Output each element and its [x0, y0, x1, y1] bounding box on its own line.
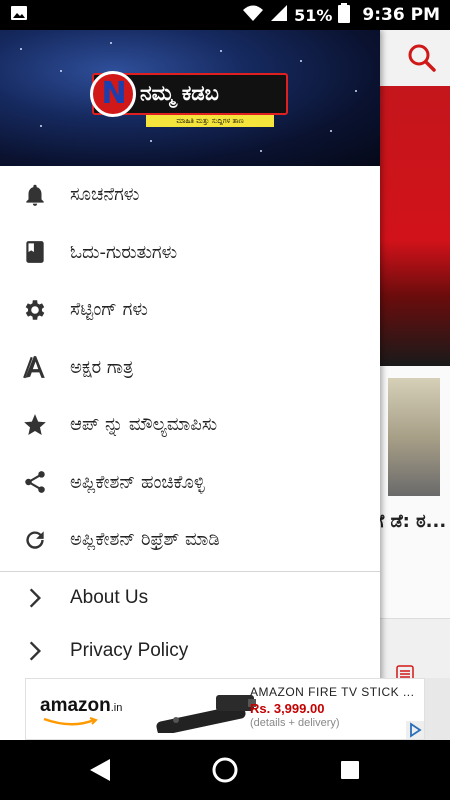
star-icon [0, 412, 70, 438]
menu-item-rate-app[interactable]: ಆಪ್ ನ್ನು ಮೌಲ್ಯಮಾಪಿಸು [0, 396, 380, 454]
menu-item-settings[interactable]: ಸೆಟ್ಟಿಂಗ್ ಗಳು [0, 281, 380, 339]
home-icon[interactable] [211, 756, 239, 784]
menu-item-about-us[interactable]: About Us [0, 572, 380, 625]
system-navigation-bar [0, 740, 450, 800]
drawer-menu: ಸೂಚನೆಗಳು ಓದು-ಗುರುತುಗಳು ಸೆಟ್ಟಿಂಗ್ ಗಳು ಅಕ್… [0, 166, 380, 678]
back-icon[interactable] [88, 757, 112, 783]
amazon-logo: amazon.in [40, 695, 123, 716]
drawer-header: N ನಮ್ಮ ಕಡಬ ಮಾಹಿತಿ ಮತ್ತು ಸುದ್ದಿಗಳ ತಾಣ [0, 30, 380, 166]
app-logo: N ನಮ್ಮ ಕಡಬ ಮಾಹಿತಿ ಮತ್ತು ಸುದ್ದಿಗಳ ತಾಣ [90, 71, 288, 129]
wifi-icon [242, 4, 264, 26]
menu-item-share-app[interactable]: ಅಪ್ಲಿಕೇಶನ್ ಹಂಚಿಕೊಳ್ಳಿ [0, 454, 380, 512]
font-size-icon [0, 354, 70, 380]
adchoices-icon[interactable] [406, 721, 424, 739]
battery-icon [338, 3, 351, 27]
menu-item-notifications[interactable]: ಸೂಚನೆಗಳು [0, 166, 380, 224]
clock: 9:36 PM [362, 5, 440, 25]
search-icon[interactable] [406, 42, 438, 74]
book-icon [0, 239, 70, 265]
bell-icon [0, 182, 70, 208]
menu-item-refresh-app[interactable]: ಅಪ್ಲಿಕೇಶನ್ ರಿಫ್ರೆಶ್ ಮಾಡಿ [0, 511, 380, 569]
chevron-right-icon [0, 585, 70, 611]
navigation-drawer: N ನಮ್ಮ ಕಡಬ ಮಾಹಿತಿ ಮತ್ತು ಸುದ್ದಿಗಳ ತಾಣ ಸೂಚ… [0, 30, 380, 740]
fire-tv-stick-image [156, 695, 256, 733]
featured-banner[interactable] [380, 86, 450, 366]
image-icon [10, 4, 28, 26]
recent-apps-icon[interactable] [340, 760, 360, 780]
logo-tagline: ಮಾಹಿತಿ ಮತ್ತು ಸುದ್ದಿಗಳ ತಾಣ [146, 115, 274, 127]
news-headline: ಟಿಗೆ ಡೆ: ಠ... [380, 511, 447, 532]
ad-title: AMAZON FIRE TV STICK ... [250, 685, 415, 699]
status-bar: 51% 9:36 PM [0, 0, 450, 30]
menu-item-privacy-policy[interactable]: Privacy Policy [0, 625, 380, 678]
ad-details: (details + delivery) [250, 717, 340, 729]
battery-percent: 51% [294, 5, 333, 25]
signal-icon [270, 4, 288, 26]
news-photo [388, 378, 440, 496]
gear-icon [0, 297, 70, 323]
amazon-smile-icon [43, 717, 98, 726]
chevron-right-icon [0, 638, 70, 664]
refresh-icon [0, 527, 70, 553]
ad-banner[interactable]: amazon.in AMAZON FIRE TV STICK ... Rs. 3… [25, 678, 425, 740]
ad-price: Rs. 3,999.00 [250, 701, 325, 716]
share-icon [0, 469, 70, 495]
menu-item-font-size[interactable]: ಅಕ್ಷರ ಗಾತ್ರ [0, 339, 380, 397]
logo-title: ನಮ್ಮ ಕಡಬ [140, 81, 219, 105]
menu-item-bookmarks[interactable]: ಓದು-ಗುರುತುಗಳು [0, 224, 380, 282]
bottom-tabbar [380, 618, 450, 678]
